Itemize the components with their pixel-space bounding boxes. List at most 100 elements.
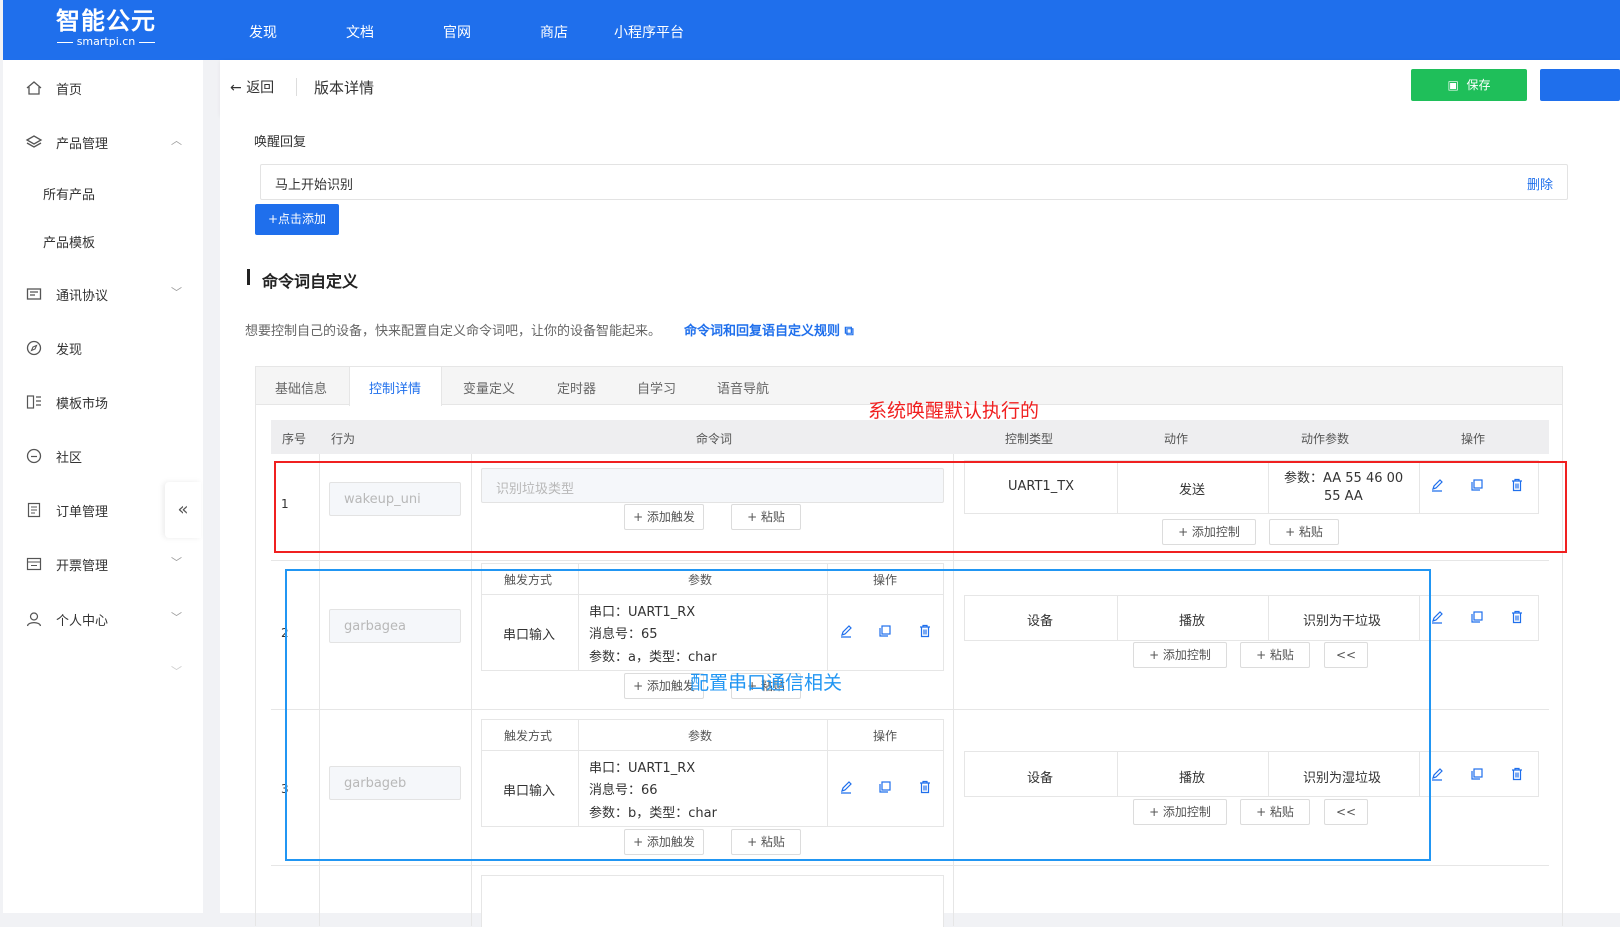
collapse-button[interactable]: << [1324,799,1368,825]
sidebar-item-protocol[interactable]: 通讯协议 ﹀ [3,278,203,308]
annotation-blue-text: 配置串口通信相关 [690,672,843,694]
copy-icon[interactable] [1470,478,1484,492]
trash-icon[interactable] [918,624,932,638]
tab-variables[interactable]: 变量定义 [463,378,515,397]
rules-link-label: 命令词和回复语自定义规则 [684,324,841,339]
param-message: 消息号：65 [589,627,658,642]
param-serial: 串口：UART1_RX [589,605,696,620]
chevron-down-icon: ﹀ [171,611,182,624]
trash-icon[interactable] [1510,610,1524,624]
top-navbar: 智能公元 smartpi.cn 发现 文档 官网 商店 小程序平台 [3,0,1620,60]
col-action-params: 动作参数 [1301,432,1350,446]
col-action: 动作 [1164,432,1189,446]
tab-timers[interactable]: 定时器 [557,378,596,397]
collapse-button[interactable]: << [1324,642,1368,668]
behavior-field: garbagea [329,609,461,643]
paste-button[interactable]: + 粘贴 [731,504,801,530]
copy-icon[interactable] [1470,610,1484,624]
save-button[interactable]: ▣ 保存 [1411,69,1527,101]
sidebar-collapse-button[interactable]: « [165,482,201,538]
sidebar-item-more[interactable]: ﹀ [3,657,203,687]
sidebar-item-label: 产品管理 [56,137,109,152]
sidebar-item-label: 发现 [56,343,83,358]
rules-link[interactable]: 命令词和回复语自定义规则 ⧉ [684,320,854,339]
add-control-button[interactable]: + 添加控制 [1133,642,1227,668]
edit-icon[interactable] [1430,610,1444,624]
trash-icon[interactable] [1510,478,1524,492]
sidebar-item-label: 首页 [56,83,83,98]
sidebar-item-community[interactable]: 社区 [3,440,203,470]
wake-reply-field[interactable]: 马上开始识别 删除 [260,164,1568,200]
edit-icon[interactable] [839,780,853,794]
col-index: 序号 [282,432,307,446]
col-behavior: 行为 [331,432,356,446]
paste-button[interactable]: + 粘贴 [1240,799,1310,825]
behavior-value: garbagea [344,619,406,634]
sidebar-item-discover[interactable]: 发现 [3,332,203,362]
section-description: 想要控制自己的设备，快来配置自定义命令词吧，让你的设备智能起来。 [245,324,662,339]
topnav-docs[interactable]: 文档 [346,22,374,42]
divider [319,454,320,926]
add-trigger-button[interactable]: + 添加触发 [624,829,704,855]
layers-icon [25,135,43,148]
param-serial: 串口：UART1_RX [589,761,696,776]
sidebar-item-products[interactable]: 产品管理 ︿ [3,126,203,156]
tab-voice-navigation[interactable]: 语音导航 [717,378,769,397]
sub-col-trigger: 触发方式 [504,573,553,587]
edit-icon[interactable] [839,624,853,638]
divider [1117,751,1118,797]
divider [578,719,579,827]
action-param-line2: 55 AA [1324,489,1363,504]
divider [1419,595,1420,641]
tab-basic-info[interactable]: 基础信息 [275,378,327,397]
divider [953,454,954,926]
topnav-miniprogram[interactable]: 小程序平台 [614,22,684,42]
sidebar-item-product-templates[interactable]: 产品模板 [3,225,203,255]
divider [827,719,828,827]
paste-button[interactable]: + 粘贴 [1269,519,1339,545]
back-button[interactable]: ← 返回 [230,77,274,97]
wake-reply-label: 唤醒回复 [254,135,307,150]
topnav-store[interactable]: 商店 [540,22,568,42]
sidebar-item-template-market[interactable]: 模板市场 [3,386,203,416]
order-icon [27,502,41,518]
trash-icon[interactable] [918,780,932,794]
external-link-icon: ⧉ [844,324,854,339]
paste-button[interactable]: + 粘贴 [1240,642,1310,668]
copy-icon[interactable] [878,780,892,794]
tab-self-learning[interactable]: 自学习 [637,378,676,397]
param-message: 消息号：66 [589,783,658,798]
sidebar-item-all-products[interactable]: 所有产品 [3,177,203,207]
command-field[interactable]: 识别垃圾类型 [481,468,944,503]
col-control-type: 控制类型 [1005,432,1054,446]
divider [1268,751,1269,797]
sidebar-item-home[interactable]: 首页 [3,72,203,102]
tab-control-details[interactable]: 控制详情 [369,378,421,397]
add-trigger-button[interactable]: + 添加触发 [624,504,704,530]
trash-icon[interactable] [1510,767,1524,781]
sub-col-operations: 操作 [873,729,898,743]
delete-link[interactable]: 删除 [1527,174,1553,193]
divider [296,78,297,96]
invoice-icon [26,557,42,571]
copy-icon[interactable] [1470,767,1484,781]
paste-button[interactable]: + 粘贴 [731,829,801,855]
param-type: 参数：a，类型：char [589,650,717,665]
brand-logo[interactable]: 智能公元 smartpi.cn [51,6,161,54]
add-control-button[interactable]: + 添加控制 [1162,519,1256,545]
edit-icon[interactable] [1430,767,1444,781]
sidebar-item-label: 所有产品 [43,188,96,203]
add-reply-button[interactable]: +点击添加 [255,204,339,235]
edit-icon[interactable] [1430,478,1444,492]
sidebar-item-invoices[interactable]: 开票管理 ﹀ [3,548,203,578]
add-control-button[interactable]: + 添加控制 [1133,799,1227,825]
copy-icon[interactable] [878,624,892,638]
divider [1419,460,1420,514]
topnav-website[interactable]: 官网 [443,22,471,42]
topnav-discover[interactable]: 发现 [249,22,277,42]
publish-button[interactable] [1540,69,1620,101]
page-title: 版本详情 [314,79,375,97]
sub-col-operations: 操作 [873,573,898,587]
sidebar-item-profile[interactable]: 个人中心 ﹀ [3,603,203,633]
divider [827,563,828,671]
